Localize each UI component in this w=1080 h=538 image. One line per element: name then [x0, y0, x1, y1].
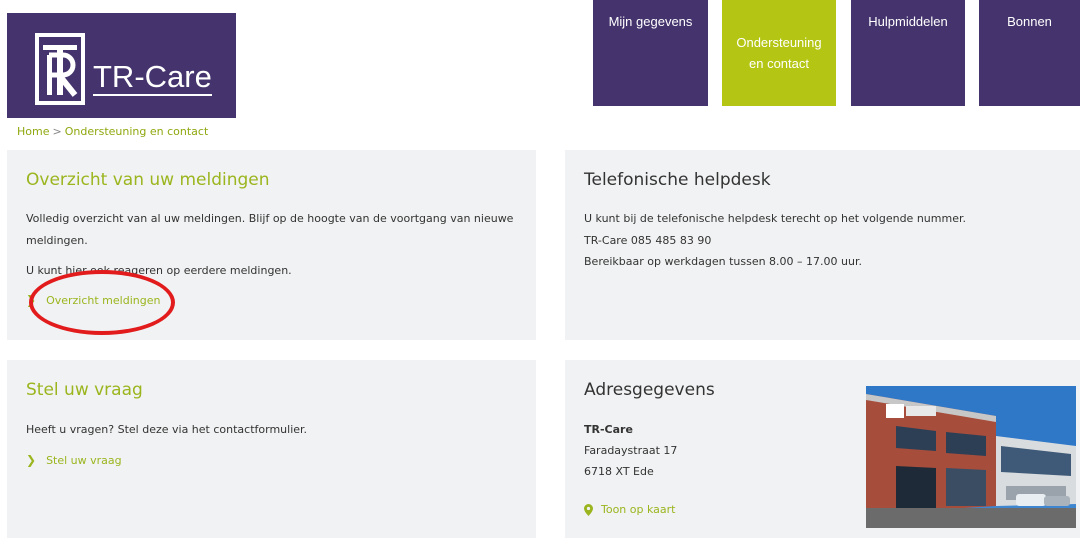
map-pin-icon [584, 503, 593, 516]
nav-hulpmiddelen[interactable]: Hulpmiddelen [851, 0, 965, 106]
card-title: Overzicht van uw meldingen [26, 170, 270, 190]
nav-label: Hulpmiddelen [868, 14, 948, 29]
tr-logo-icon [35, 33, 85, 105]
brand-name: TR-Care [93, 59, 212, 96]
card-text: Heeft u vragen? Stel deze via het contac… [26, 423, 308, 436]
helpdesk-phone: TR-Care 085 485 83 90 [584, 234, 712, 247]
breadcrumb-separator: > [52, 125, 62, 138]
nav-label: Bonnen [1007, 14, 1052, 29]
nav-label: Ondersteuning en contact [736, 35, 822, 71]
brand-logo[interactable]: TR-Care [7, 13, 236, 118]
card-question: Stel uw vraag Heeft u vragen? Stel deze … [7, 360, 536, 538]
card-title: Telefonische helpdesk [584, 170, 771, 190]
card-text: U kunt bij de telefonische helpdesk tere… [584, 212, 966, 225]
card-text: U kunt hier ook reageren op eerdere meld… [26, 264, 292, 277]
address-city: 6718 XT Ede [584, 465, 654, 478]
breadcrumb-home[interactable]: Home [17, 125, 49, 138]
nav-ondersteuning-en-contact[interactable]: Ondersteuning en contact [722, 0, 836, 106]
question-link[interactable]: ❯ Stel uw vraag [26, 453, 122, 467]
link-label: Stel uw vraag [46, 453, 122, 467]
breadcrumb: Home > Ondersteuning en contact [17, 125, 208, 138]
address-company: TR-Care [584, 423, 633, 436]
link-label: Overzicht meldingen [46, 293, 161, 307]
overview-link[interactable]: ❯ Overzicht meldingen [26, 293, 160, 307]
card-title: Stel uw vraag [26, 380, 143, 400]
breadcrumb-current[interactable]: Ondersteuning en contact [65, 125, 209, 138]
card-helpdesk: Telefonische helpdesk U kunt bij de tele… [565, 150, 1080, 340]
card-overview: Overzicht van uw meldingen Volledig over… [7, 150, 536, 340]
address-street: Faradaystraat 17 [584, 444, 678, 457]
card-title: Adresgegevens [584, 380, 715, 400]
nav-bonnen[interactable]: Bonnen [979, 0, 1080, 106]
card-text: Bereikbaar op werkdagen tussen 8.00 – 17… [584, 255, 862, 268]
chevron-right-icon: ❯ [26, 453, 37, 467]
card-text: Volledig overzicht van al uw meldingen. … [26, 212, 514, 225]
nav-mijn-gegevens[interactable]: Mijn gegevens [593, 0, 708, 106]
link-label: Toon op kaart [601, 503, 676, 516]
office-building-photo [866, 386, 1076, 528]
chevron-right-icon: ❯ [26, 293, 37, 307]
show-map-link[interactable]: Toon op kaart [584, 503, 675, 516]
card-text: meldingen. [26, 234, 88, 247]
nav-label: Mijn gegevens [608, 14, 693, 29]
